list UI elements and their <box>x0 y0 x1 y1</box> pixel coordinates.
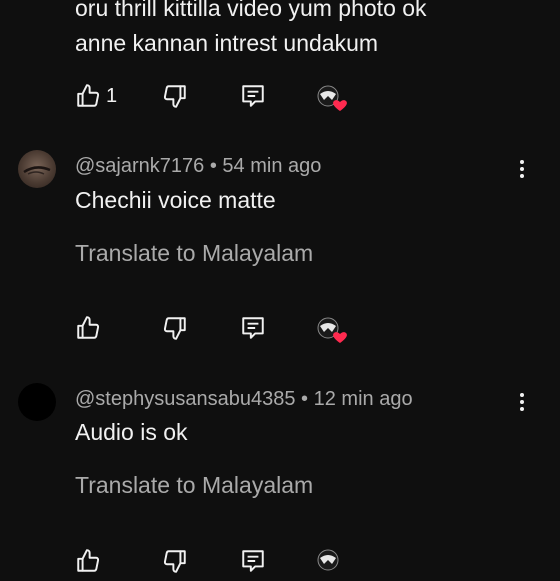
creator-heart-icon <box>316 316 348 344</box>
translate-link[interactable]: Translate to Malayalam <box>75 240 313 267</box>
thumbs-up-icon[interactable] <box>75 315 101 341</box>
timestamp[interactable]: 12 min ago <box>314 388 413 410</box>
comment-header: @sajarnk7176 • 54 min ago <box>75 155 321 178</box>
avatar[interactable] <box>18 150 56 188</box>
translate-link[interactable]: Translate to Malayalam <box>75 472 313 499</box>
comment-body: Audio is ok <box>75 419 188 445</box>
reply-icon[interactable] <box>240 83 266 109</box>
comment-body-line-1: oru thrill kittilla video yum photo ok <box>75 0 427 21</box>
thumbs-up-icon[interactable] <box>75 83 101 109</box>
thumbs-down-icon[interactable] <box>162 548 188 574</box>
reply-icon[interactable] <box>240 315 266 341</box>
separator: • <box>209 155 217 177</box>
thumbs-up-icon[interactable] <box>75 548 101 574</box>
creator-heart-icon <box>316 84 348 112</box>
reply-icon[interactable] <box>240 548 266 574</box>
like-count: 1 <box>106 85 118 107</box>
thumbs-down-icon[interactable] <box>162 315 188 341</box>
more-vertical-icon[interactable] <box>518 390 526 414</box>
avatar[interactable] <box>18 383 56 421</box>
creator-heart-icon <box>316 548 348 576</box>
separator: • <box>301 388 309 410</box>
comment-body-line-2: anne kannan intrest undakum <box>75 30 379 56</box>
more-vertical-icon[interactable] <box>518 157 526 181</box>
thumbs-down-icon[interactable] <box>162 83 188 109</box>
timestamp[interactable]: 54 min ago <box>222 155 321 177</box>
author-handle[interactable]: @sajarnk7176 <box>75 155 204 177</box>
comment-body: Chechii voice matte <box>75 187 276 213</box>
author-handle[interactable]: @stephysusansabu4385 <box>75 388 295 410</box>
comment-header: @stephysusansabu4385 • 12 min ago <box>75 388 413 411</box>
